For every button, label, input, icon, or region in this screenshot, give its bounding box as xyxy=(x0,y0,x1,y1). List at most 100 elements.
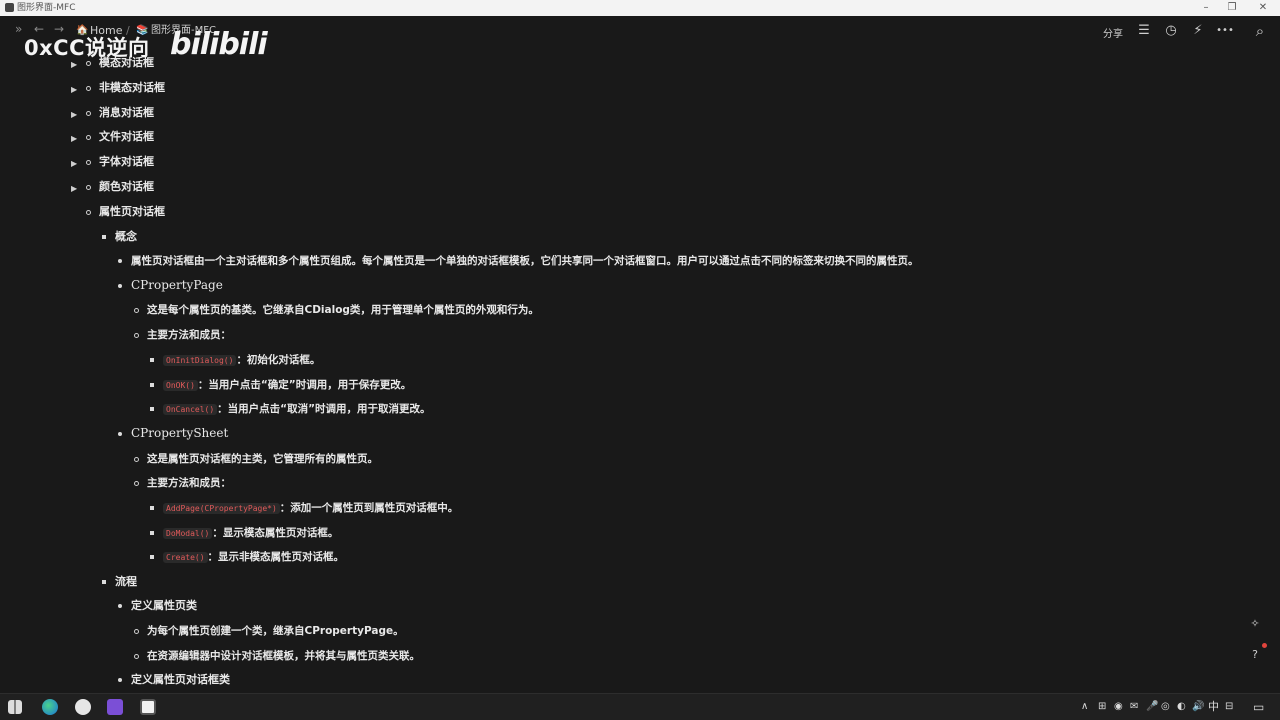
toggle-arrow-icon[interactable]: ▶ xyxy=(71,108,77,122)
history-icon[interactable]: ◷ xyxy=(1163,23,1179,39)
item-text: 定义属性页类 xyxy=(131,599,197,612)
item-text: 主要方法和成员： xyxy=(147,477,231,489)
list-item[interactable]: 属性页对话框 xyxy=(70,205,270,227)
item-text: ：添加一个属性页到属性页对话框中。 xyxy=(279,502,459,514)
circle-bullet-icon xyxy=(86,160,91,165)
tray-app-icon[interactable]: ✉ xyxy=(1130,700,1138,714)
list-item[interactable]: ▶ 非模态对话框 xyxy=(70,81,270,103)
minimize-button[interactable]: – xyxy=(1193,0,1219,16)
code-inline: OnOK() xyxy=(163,380,198,391)
list-item[interactable]: ▶ 字体对话框 xyxy=(70,155,270,177)
list-item: 这是属性页对话框的主类，它管理所有的属性页。 xyxy=(133,452,633,474)
tray-app-icon[interactable]: ◉ xyxy=(1114,700,1123,714)
ai-icon[interactable]: ⚡ xyxy=(1190,23,1206,39)
help-button[interactable]: ? xyxy=(1246,646,1264,664)
restore-button[interactable]: ❐ xyxy=(1219,0,1245,16)
item-text: 这是属性页对话框的主类，它管理所有的属性页。 xyxy=(147,453,378,465)
circle-bullet-icon xyxy=(86,135,91,140)
list-item: 主要方法和成员： xyxy=(133,476,433,498)
more-icon[interactable]: ••• xyxy=(1214,23,1236,39)
toggle-arrow-icon[interactable]: ▶ xyxy=(71,83,77,97)
sidebar-toggle-icon[interactable]: » xyxy=(15,22,22,36)
toggle-arrow-icon[interactable]: ▶ xyxy=(71,157,77,171)
watermark-text: 0xCC说逆向 xyxy=(24,36,150,60)
circle-bullet-icon xyxy=(134,308,139,313)
code-inline: AddPage(CPropertyPage*) xyxy=(163,503,280,514)
tray-app-icon[interactable]: ◐ xyxy=(1177,700,1186,714)
list-item: CPropertySheet xyxy=(116,426,416,449)
toggle-arrow-icon[interactable]: ▶ xyxy=(71,132,77,146)
circle-bullet-icon xyxy=(86,185,91,190)
share-button[interactable]: 分享 xyxy=(1103,25,1123,40)
list-item: 属性页对话框由一个主对话框和多个属性页组成。每个属性页是一个单独的对话框模板，它… xyxy=(116,254,1016,276)
notification-center-icon[interactable]: ▭ xyxy=(1253,700,1264,714)
circle-bullet-icon xyxy=(134,654,139,659)
ai-sparkle-icon[interactable]: ✧ xyxy=(1246,615,1264,633)
circle-bullet-icon xyxy=(134,457,139,462)
square-bullet-icon xyxy=(150,506,154,510)
windows-start-icon[interactable] xyxy=(8,700,22,714)
item-text: 为每个属性页创建一个类，继承自CPropertyPage。 xyxy=(147,625,404,637)
list-item: 定义属性页类 xyxy=(116,599,416,621)
item-text: 消息对话框 xyxy=(99,106,154,119)
close-button[interactable]: ✕ xyxy=(1250,0,1276,16)
visual-studio-icon[interactable] xyxy=(107,699,123,715)
code-inline: OnCancel() xyxy=(163,404,218,415)
item-text: 这是每个属性页的基类。它继承自CDialog类，用于管理单个属性页的外观和行为。 xyxy=(147,304,539,316)
list-item: CPropertyPage xyxy=(116,278,416,301)
list-item: 定义属性页对话框类 xyxy=(116,673,416,695)
circle-bullet-icon xyxy=(86,210,91,215)
disc-bullet-icon xyxy=(118,432,122,436)
list-item: 主要方法和成员： xyxy=(133,328,433,350)
tray-app-icon[interactable]: ⊞ xyxy=(1098,700,1106,714)
comment-icon[interactable]: ☰ xyxy=(1136,23,1152,39)
tray-expand-icon[interactable]: ∧ xyxy=(1081,700,1088,714)
volume-icon[interactable]: 🔊 xyxy=(1192,700,1204,714)
item-text: 非模态对话框 xyxy=(99,81,165,94)
item-text: 字体对话框 xyxy=(99,155,154,168)
item-text: CPropertySheet xyxy=(131,426,229,440)
disc-bullet-icon xyxy=(118,604,122,608)
list-item[interactable]: ▶ 颜色对话框 xyxy=(70,180,270,202)
square-bullet-icon xyxy=(150,358,154,362)
taskbar: ∧ ⊞ ◉ ✉ 🎤 ◎ ◐ 🔊 中 ⊟ ▭ xyxy=(0,693,1280,720)
item-text: 概念 xyxy=(115,230,137,243)
item-text: 定义属性页对话框类 xyxy=(131,673,230,686)
tray-app-icon[interactable]: ◎ xyxy=(1161,700,1170,714)
item-text: 文件对话框 xyxy=(99,130,154,143)
item-text: ：初始化对话框。 xyxy=(236,354,321,366)
square-bullet-icon xyxy=(150,383,154,387)
code-inline: OnInitDialog() xyxy=(163,355,237,366)
item-text: 在资源编辑器中设计对话框模板，并将其与属性页类关联。 xyxy=(147,650,420,662)
input-language-indicator[interactable]: 中 xyxy=(1208,700,1219,714)
code-inline: DoModal() xyxy=(163,528,213,539)
app-icon xyxy=(5,3,14,12)
item-text: 流程 xyxy=(115,575,137,588)
circle-bullet-icon xyxy=(86,111,91,116)
list-item: 流程 xyxy=(100,575,300,597)
list-item: OnCancel() ：当用户点击“取消”时调用，用于取消更改。 xyxy=(149,402,549,424)
list-item: DoModal() ：显示模态属性页对话框。 xyxy=(149,526,549,548)
notion-app-icon[interactable] xyxy=(140,699,156,715)
square-bullet-icon xyxy=(150,555,154,559)
bilibili-logo: bilibili xyxy=(170,27,268,62)
notification-dot xyxy=(1262,643,1267,648)
list-item: OnOK() ：当用户点击“确定”时调用，用于保存更改。 xyxy=(149,378,549,400)
edge-browser-icon[interactable] xyxy=(42,699,58,715)
list-item: 概念 xyxy=(100,230,300,252)
list-item: OnInitDialog() ：初始化对话框。 xyxy=(149,353,549,375)
microphone-icon[interactable]: 🎤 xyxy=(1146,700,1158,714)
list-item[interactable]: ▶ 文件对话框 xyxy=(70,130,270,152)
disc-bullet-icon xyxy=(118,259,122,263)
square-bullet-icon xyxy=(102,235,106,239)
circle-bullet-icon xyxy=(134,481,139,486)
search-icon[interactable]: ⌕ xyxy=(1252,23,1268,39)
item-text: 颜色对话框 xyxy=(99,180,154,193)
tray-app-icon[interactable]: ⊟ xyxy=(1225,700,1233,714)
square-bullet-icon xyxy=(150,531,154,535)
toggle-arrow-icon[interactable]: ▶ xyxy=(71,182,77,196)
obs-icon[interactable] xyxy=(75,699,91,715)
list-item: Create() ：显示非模态属性页对话框。 xyxy=(149,550,549,572)
square-bullet-icon xyxy=(150,407,154,411)
list-item[interactable]: ▶ 消息对话框 xyxy=(70,106,270,128)
